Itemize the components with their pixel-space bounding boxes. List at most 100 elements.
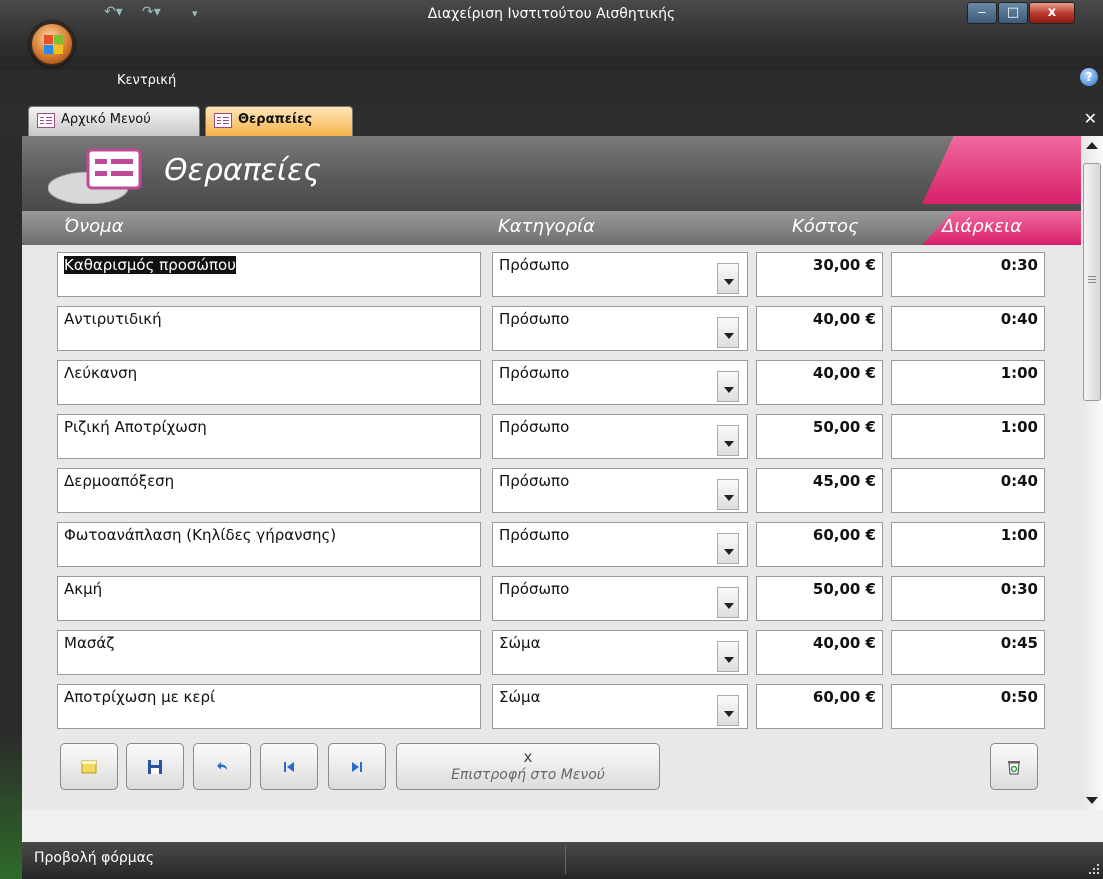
duration-field[interactable]: 0:50 xyxy=(891,684,1045,729)
delete-record-button[interactable] xyxy=(990,743,1038,790)
duration-field[interactable]: 0:40 xyxy=(891,468,1045,513)
duration-field[interactable]: 1:00 xyxy=(891,522,1045,567)
record-row: Αντιρυτιδική Πρόσωπο 40,00 € 0:40 xyxy=(22,299,1081,353)
category-combo[interactable]: Πρόσωπο xyxy=(492,468,748,513)
name-field[interactable]: Λεύκανση xyxy=(57,360,481,405)
dropdown-arrow-icon[interactable] xyxy=(717,317,739,348)
new-record-button[interactable] xyxy=(60,743,118,790)
office-button[interactable] xyxy=(30,22,74,66)
category-combo[interactable]: Πρόσωπο xyxy=(492,414,748,459)
return-label: Επιστροφή στο Μενού xyxy=(451,767,605,783)
duration-field[interactable]: 0:30 xyxy=(891,576,1045,621)
name-field[interactable]: Καθαρισμός προσώπου xyxy=(57,252,481,297)
dropdown-arrow-icon[interactable] xyxy=(717,587,739,618)
name-field[interactable]: Μασάζ xyxy=(57,630,481,675)
form-icon xyxy=(37,113,55,128)
cost-field[interactable]: 40,00 € xyxy=(756,360,883,405)
records-list: Καθαρισμός προσώπου Πρόσωπο 30,00 € 0:30… xyxy=(22,245,1081,730)
duration-value: 1:00 xyxy=(1000,364,1038,382)
column-category: Κατηγορία xyxy=(498,216,595,237)
last-record-button[interactable] xyxy=(328,743,386,790)
dropdown-arrow-icon[interactable] xyxy=(717,371,739,402)
cost-value: 40,00 € xyxy=(812,310,876,328)
scroll-up-arrow-icon[interactable] xyxy=(1086,142,1098,149)
tab-label: Θεραπείες xyxy=(238,112,313,127)
close-document-icon[interactable]: ✕ xyxy=(1084,109,1097,128)
category-value: Πρόσωπο xyxy=(499,472,570,490)
grip-icon xyxy=(1088,276,1096,277)
duration-field[interactable]: 1:00 xyxy=(891,360,1045,405)
cost-field[interactable]: 30,00 € xyxy=(756,252,883,297)
access-window: ↶▾ ↷▾ ▾ Διαχείριση Ινστιτούτου Αισθητική… xyxy=(0,0,1103,879)
category-value: Πρόσωπο xyxy=(499,256,570,274)
maximize-button[interactable]: □ xyxy=(998,2,1028,24)
category-combo[interactable]: Πρόσωπο xyxy=(492,576,748,621)
undo-icon xyxy=(217,761,227,770)
name-value: Αντιρυτιδική xyxy=(64,310,162,328)
cost-value: 30,00 € xyxy=(812,256,876,274)
name-field[interactable]: Φωτοανάπλαση (Κηλίδες γήρανσης) xyxy=(57,522,481,567)
cost-field[interactable]: 50,00 € xyxy=(756,414,883,459)
dropdown-arrow-icon[interactable] xyxy=(717,263,739,294)
cost-field[interactable]: 45,00 € xyxy=(756,468,883,513)
category-value: Πρόσωπο xyxy=(499,310,570,328)
name-field[interactable]: Ριζική Αποτρίχωση xyxy=(57,414,481,459)
name-field[interactable]: Αντιρυτιδική xyxy=(57,306,481,351)
name-value: Ριζική Αποτρίχωση xyxy=(64,418,207,436)
return-to-menu-button[interactable]: x Επιστροφή στο Μενού xyxy=(396,743,660,790)
save-button[interactable] xyxy=(126,743,184,790)
cost-value: 40,00 € xyxy=(812,634,876,652)
dropdown-arrow-icon[interactable] xyxy=(717,695,739,726)
name-value: Δερμοαπόξεση xyxy=(64,472,175,490)
duration-value: 0:40 xyxy=(1000,310,1038,328)
tab-treatments[interactable]: Θεραπείες xyxy=(205,106,353,136)
name-field[interactable]: Ακμή xyxy=(57,576,481,621)
cost-field[interactable]: 50,00 € xyxy=(756,576,883,621)
name-value: Φωτοανάπλαση (Κηλίδες γήρανσης) xyxy=(64,526,337,544)
cost-field[interactable]: 40,00 € xyxy=(756,630,883,675)
category-combo[interactable]: Πρόσωπο xyxy=(492,522,748,567)
category-combo[interactable]: Πρόσωπο xyxy=(492,306,748,351)
scroll-down-arrow-icon[interactable] xyxy=(1086,797,1098,804)
name-field[interactable]: Δερμοαπόξεση xyxy=(57,468,481,513)
duration-value: 1:00 xyxy=(1000,418,1038,436)
cost-value: 50,00 € xyxy=(812,580,876,598)
duration-field[interactable]: 0:45 xyxy=(891,630,1045,675)
category-value: Πρόσωπο xyxy=(499,418,570,436)
record-row: Καθαρισμός προσώπου Πρόσωπο 30,00 € 0:30 xyxy=(22,245,1081,299)
vertical-scrollbar[interactable] xyxy=(1081,136,1103,810)
name-field[interactable]: Αποτρίχωση με κερί xyxy=(57,684,481,729)
close-window-button[interactable]: x xyxy=(1029,2,1075,24)
help-icon[interactable]: ? xyxy=(1080,68,1098,86)
minimize-button[interactable]: ‒ xyxy=(967,2,997,24)
dropdown-arrow-icon[interactable] xyxy=(717,641,739,672)
dropdown-arrow-icon[interactable] xyxy=(717,479,739,510)
first-record-button[interactable] xyxy=(260,743,318,790)
category-value: Πρόσωπο xyxy=(499,580,570,598)
duration-field[interactable]: 0:30 xyxy=(891,252,1045,297)
category-combo[interactable]: Σώμα xyxy=(492,684,748,729)
dropdown-arrow-icon[interactable] xyxy=(717,533,739,564)
column-cost: Κόστος xyxy=(792,216,859,237)
form-icon xyxy=(214,113,232,128)
cost-field[interactable]: 60,00 € xyxy=(756,684,883,729)
scroll-thumb[interactable] xyxy=(1083,163,1101,401)
undo-button[interactable] xyxy=(193,743,251,790)
duration-field[interactable]: 0:40 xyxy=(891,306,1045,351)
dropdown-arrow-icon[interactable] xyxy=(717,425,739,456)
tab-main-menu[interactable]: Αρχικό Μενού xyxy=(28,106,200,136)
title-bar: ↶▾ ↷▾ ▾ Διαχείριση Ινστιτούτου Αισθητική… xyxy=(0,0,1103,88)
ribbon-tab-home[interactable]: Κεντρική xyxy=(117,73,176,88)
new-record-icon xyxy=(81,760,97,773)
resize-grip-icon[interactable] xyxy=(1085,860,1101,876)
cost-field[interactable]: 40,00 € xyxy=(756,306,883,351)
duration-field[interactable]: 1:00 xyxy=(891,414,1045,459)
record-row: Αποτρίχωση με κερί Σώμα 60,00 € 0:50 xyxy=(22,677,1081,731)
category-combo[interactable]: Πρόσωπο xyxy=(492,360,748,405)
cost-field[interactable]: 60,00 € xyxy=(756,522,883,567)
category-combo[interactable]: Σώμα xyxy=(492,630,748,675)
window-edge xyxy=(0,136,22,879)
status-divider xyxy=(565,846,566,874)
category-combo[interactable]: Πρόσωπο xyxy=(492,252,748,297)
close-icon: x xyxy=(523,748,533,766)
